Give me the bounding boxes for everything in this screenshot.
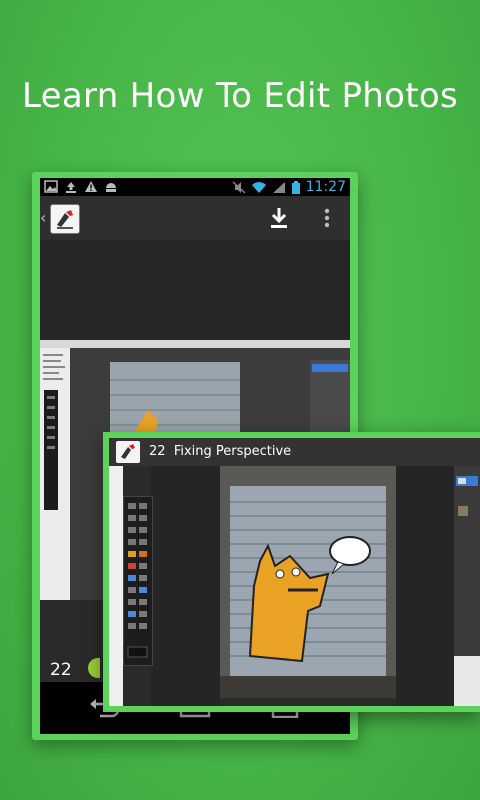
overlay-app-icon <box>116 441 140 463</box>
overlay-title-bar: 22 Fixing Perspective <box>109 438 480 466</box>
overlay-canvas-left <box>151 466 220 706</box>
overlay-screen: 22 Fixing Perspective <box>109 438 480 706</box>
overlay-tools-palette <box>123 496 153 666</box>
battery-icon <box>291 180 300 194</box>
overlay-lesson-number: 22 <box>149 444 166 459</box>
mute-icon <box>232 180 246 194</box>
status-time: 11:27 <box>305 179 346 195</box>
overlay-graffiti-photo <box>220 466 396 698</box>
overlay-canvas-right <box>396 466 454 706</box>
progress-indicator <box>88 658 100 678</box>
download-icon[interactable] <box>268 206 290 230</box>
video-area[interactable] <box>40 240 350 340</box>
wifi-icon <box>251 181 266 193</box>
android-icon <box>106 183 116 192</box>
app-logo-icon[interactable] <box>50 204 80 234</box>
headline: Learn How To Edit Photos <box>22 76 458 116</box>
action-bar: ‹ <box>40 196 350 240</box>
overflow-menu-icon[interactable] <box>324 208 330 228</box>
status-bar: 11:27 <box>40 178 350 196</box>
overlay-layers-panel <box>454 466 480 706</box>
lesson-preview-overlay: 22 Fixing Perspective <box>103 432 480 712</box>
overlay-file-list <box>109 466 123 706</box>
upload-icon <box>66 182 76 193</box>
signal-icon <box>272 181 285 193</box>
warning-icon <box>85 181 97 192</box>
overlay-lesson-title: Fixing Perspective <box>173 444 292 459</box>
gallery-icon <box>44 180 58 193</box>
lesson-number: 22 <box>50 660 72 680</box>
up-caret-icon[interactable]: ‹ <box>40 208 46 227</box>
